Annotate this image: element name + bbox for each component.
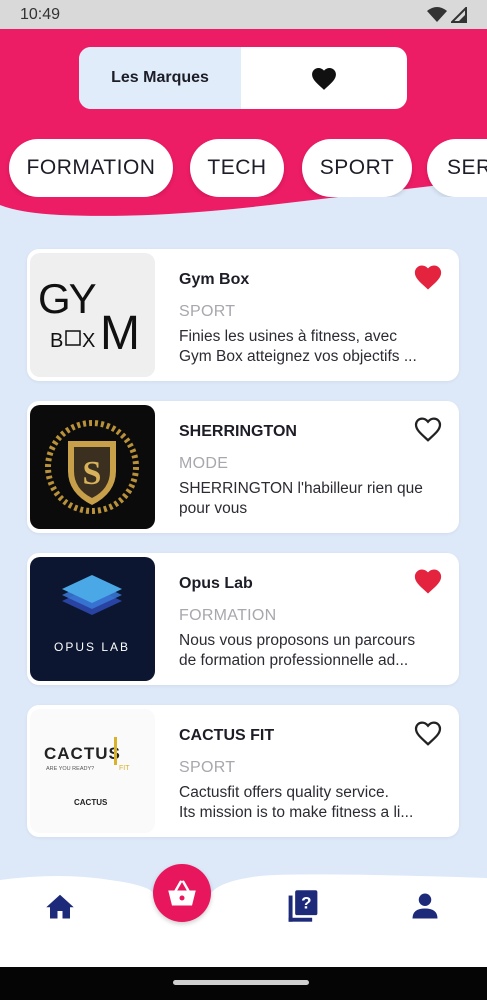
help-book-icon[interactable]: ? <box>287 889 319 923</box>
description-line: Nous vous proposons un parcours <box>179 632 416 649</box>
brand-category: SPORT <box>179 303 236 320</box>
basket-icon <box>168 880 196 906</box>
brand-card[interactable]: CACTUS ARE YOU READY? FIT CACTUS CACTUS … <box>27 705 459 837</box>
tab-brands-label: Les Marques <box>111 69 209 86</box>
brand-category: MODE <box>179 455 229 472</box>
svg-text:FIT: FIT <box>119 765 130 772</box>
brand-logo: OPUS LAB <box>30 557 155 681</box>
brand-card[interactable]: GY M B X Gym Box SPORT Finies les usines… <box>27 249 459 381</box>
description-line: de formation professionnelle ad... <box>179 652 409 669</box>
svg-text:M: M <box>100 307 140 360</box>
svg-text:CACTUS: CACTUS <box>44 744 121 763</box>
svg-text:OPUS LAB: OPUS LAB <box>54 640 130 654</box>
status-bar: 10:49 <box>0 0 487 29</box>
gymbox-logo: GY M B X <box>38 275 140 360</box>
heart-icon <box>312 67 336 90</box>
svg-text:S: S <box>83 455 102 492</box>
description-line: Its mission is to make fitness a li... <box>179 804 414 821</box>
sherrington-logo: S <box>45 420 139 514</box>
description-line: SHERRINGTON l'habilleur rien que <box>179 480 423 497</box>
chip-label: SER <box>447 156 487 179</box>
svg-text:B: B <box>50 330 64 352</box>
tab-brands[interactable]: Les Marques <box>79 47 241 109</box>
description-line: Cactusfit offers quality service. <box>179 784 389 801</box>
chip-tech[interactable]: TECH <box>190 139 284 197</box>
chip-services[interactable]: SER <box>427 139 487 197</box>
cactusfit-logo: CACTUS ARE YOU READY? FIT CACTUS <box>44 737 130 807</box>
basket-button[interactable] <box>153 864 211 922</box>
chip-formation[interactable]: FORMATION <box>9 139 173 197</box>
home-gesture-pill[interactable] <box>173 980 309 985</box>
brand-logo: CACTUS ARE YOU READY? FIT CACTUS <box>30 709 155 833</box>
brand-category: SPORT <box>179 759 236 776</box>
chip-label: SPORT <box>319 156 395 179</box>
description-line: pour vous <box>179 500 248 517</box>
tab-favorites[interactable] <box>241 47 407 109</box>
favorite-heart-filled-icon[interactable] <box>413 263 443 291</box>
brand-description: SHERRINGTON l'habilleur rien que pour vo… <box>179 479 447 519</box>
brand-name: Opus Lab <box>179 575 253 592</box>
description-line: Gym Box atteignez vos objectifs ... <box>179 348 417 365</box>
svg-text:GY: GY <box>38 275 97 322</box>
brand-description: Cactusfit offers quality service. Its mi… <box>179 783 447 823</box>
status-time: 10:49 <box>20 5 61 23</box>
favorite-heart-outline-icon[interactable] <box>413 415 443 443</box>
wifi-icon <box>427 6 447 22</box>
svg-text:CACTUS: CACTUS <box>74 798 108 807</box>
description-line: Finies les usines à fitness, avec <box>179 328 397 345</box>
bottom-navigation: ? <box>0 872 487 967</box>
chip-sport[interactable]: SPORT <box>302 139 412 197</box>
system-navigation-bar <box>0 967 487 1000</box>
brand-description: Finies les usines à fitness, avec Gym Bo… <box>179 327 447 367</box>
view-toggle: Les Marques <box>79 47 407 109</box>
chip-label: FORMATION <box>26 156 156 179</box>
favorite-heart-outline-icon[interactable] <box>413 719 443 747</box>
signal-icon <box>451 6 467 23</box>
brand-card[interactable]: OPUS LAB Opus Lab FORMATION Nous vous pr… <box>27 553 459 685</box>
status-icons <box>427 6 467 23</box>
brand-name: CACTUS FIT <box>179 727 275 744</box>
opuslab-logo: OPUS LAB <box>54 575 130 654</box>
user-icon[interactable] <box>410 891 440 921</box>
brand-category: FORMATION <box>179 607 277 624</box>
svg-text:X: X <box>82 330 95 352</box>
svg-text:ARE YOU READY?: ARE YOU READY? <box>46 766 94 772</box>
brand-card[interactable]: S SHERRINGTON MODE SHERRINGTON l'habille… <box>27 401 459 533</box>
favorite-heart-filled-icon[interactable] <box>413 567 443 595</box>
svg-text:?: ? <box>301 894 311 913</box>
chip-label: TECH <box>207 156 267 179</box>
brand-name: SHERRINGTON <box>179 423 297 440</box>
category-chips: FORMATION TECH SPORT SER <box>0 139 487 197</box>
brand-description: Nous vous proposons un parcours de forma… <box>179 631 447 671</box>
brand-logo: S <box>30 405 155 529</box>
brand-logo: GY M B X <box>30 253 155 377</box>
home-icon[interactable] <box>45 892 75 920</box>
brand-name: Gym Box <box>179 271 250 288</box>
